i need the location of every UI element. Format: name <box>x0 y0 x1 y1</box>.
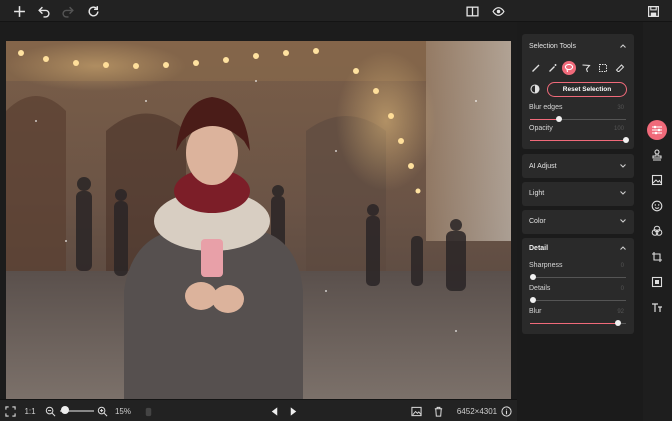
zoom-slider-knob[interactable] <box>61 406 70 414</box>
sharpness-label: Sharpness <box>529 262 563 269</box>
trash-icon[interactable] <box>432 404 444 418</box>
reset-icon[interactable] <box>84 2 102 20</box>
compare-icon[interactable] <box>463 2 481 20</box>
eraser-icon[interactable] <box>613 61 627 75</box>
bottom-toolbar: 1:1 15% 6452×4301 <box>0 399 517 421</box>
face-icon[interactable] <box>647 196 667 216</box>
frame-icon[interactable] <box>647 272 667 292</box>
blur-label: Blur <box>529 308 542 315</box>
photo-editor-app: 1:1 15% 6452×4301 Selection Tools Reset … <box>0 0 672 421</box>
details-value: 0 <box>620 286 624 292</box>
sharpness-knob[interactable] <box>530 274 536 280</box>
undo-icon[interactable] <box>34 2 52 20</box>
details-label: Details <box>529 285 551 292</box>
blur-edges-slider[interactable] <box>530 116 626 122</box>
ai-adjust-title: AI Adjust <box>529 163 557 170</box>
zoom-out-icon[interactable] <box>44 404 56 418</box>
info-icon[interactable] <box>500 404 512 418</box>
color-circles-icon[interactable] <box>647 221 667 241</box>
light-title: Light <box>529 190 545 197</box>
blur-value: 92 <box>617 309 624 315</box>
ratio-button[interactable]: 1:1 <box>23 404 37 418</box>
reset-selection-button[interactable]: Reset Selection <box>547 82 627 97</box>
chevron-down-icon[interactable] <box>619 217 627 225</box>
opacity-slider[interactable] <box>530 137 629 143</box>
rect-select-icon[interactable] <box>596 61 610 75</box>
sharpness-value: 0 <box>620 263 624 269</box>
text-icon[interactable] <box>647 298 667 318</box>
zoom-level: 15% <box>114 406 131 416</box>
crop-icon[interactable] <box>647 247 667 267</box>
opacity-knob[interactable] <box>623 137 629 143</box>
details-knob[interactable] <box>530 297 536 303</box>
chevron-down-icon[interactable] <box>619 162 627 170</box>
opacity-label: Opacity <box>529 125 553 132</box>
chevron-up-icon[interactable] <box>619 244 627 252</box>
chevron-up-icon[interactable] <box>619 42 627 50</box>
save-icon[interactable] <box>644 2 662 20</box>
chevron-down-icon[interactable] <box>619 189 627 197</box>
eye-icon[interactable] <box>489 2 507 20</box>
details-slider[interactable] <box>530 297 626 303</box>
sharpness-slider[interactable] <box>530 274 626 280</box>
next-image-icon[interactable] <box>287 404 299 418</box>
plus-icon[interactable] <box>10 2 28 20</box>
blur-edges-label: Blur edges <box>529 104 563 111</box>
image-layers-icon[interactable] <box>647 170 667 190</box>
blur-fill <box>530 323 619 324</box>
opacity-value: 100 <box>613 126 624 132</box>
hand-icon[interactable] <box>142 404 154 418</box>
redo-icon[interactable] <box>59 2 77 20</box>
detail-title: Detail <box>529 245 549 252</box>
adjust-icon[interactable] <box>647 120 667 140</box>
image-dimensions: 6452×4301 <box>456 406 498 416</box>
opacity-fill <box>530 140 626 141</box>
stamp-icon[interactable] <box>647 145 667 165</box>
brush-icon[interactable] <box>529 61 543 75</box>
prev-image-icon[interactable] <box>268 404 280 418</box>
color-title: Color <box>529 218 546 225</box>
blur-edges-knob[interactable] <box>555 116 562 122</box>
blur-edges-fill <box>530 119 559 120</box>
invert-selection-icon[interactable] <box>529 83 541 95</box>
fit-screen-icon[interactable] <box>4 404 16 418</box>
zoom-in-icon[interactable] <box>96 404 108 418</box>
blur-slider[interactable] <box>530 320 626 326</box>
lasso-icon[interactable] <box>562 61 576 75</box>
canvas-area[interactable] <box>0 22 517 400</box>
selection-tools-title: Selection Tools <box>529 43 576 50</box>
magic-wand-icon[interactable] <box>546 61 560 75</box>
photo-canvas[interactable] <box>6 41 511 400</box>
blur-edges-value: 30 <box>617 105 624 111</box>
gallery-icon[interactable] <box>410 404 422 418</box>
top-toolbar <box>0 0 672 22</box>
polygon-lasso-icon[interactable] <box>579 61 593 75</box>
